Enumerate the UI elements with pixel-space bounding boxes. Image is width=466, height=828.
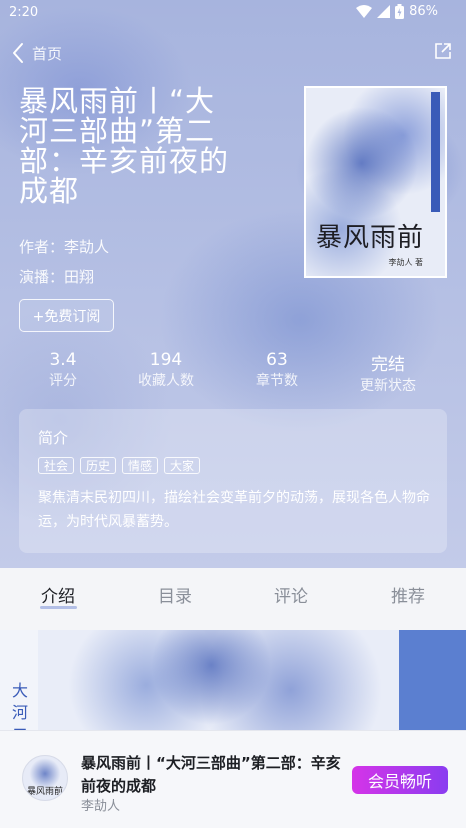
stat-value: 3.4 [49, 350, 77, 370]
poster-side-text: 大河二 [12, 681, 29, 730]
signal-icon [377, 5, 391, 18]
status-bar: 2:20 86% [0, 0, 466, 26]
stat-chapters: 63 章节数 [222, 350, 332, 390]
vip-listen-button[interactable]: 会员畅听 [352, 766, 448, 794]
intro-card: 简介 社会 历史 情感 大家 聚焦清末民初四川，描绘社会变革前夕的动荡，展现各色… [19, 409, 447, 553]
cover-title: 暴风雨前 [316, 223, 425, 253]
tab-intro[interactable]: 介绍 [18, 582, 98, 607]
back-button[interactable]: 首页 [12, 42, 62, 64]
poster-accent [399, 630, 466, 730]
mini-player[interactable]: 暴风雨前 暴风雨前丨“大河三部曲”第二部：辛亥前夜的成都 李劼人 会员畅听 [0, 730, 466, 828]
wifi-icon [356, 5, 373, 18]
thumb-text: 暴风雨前 [27, 787, 64, 797]
back-chevron-icon [13, 43, 23, 63]
stat-label: 收藏人数 [138, 373, 194, 389]
subscribe-button[interactable]: +免费订阅 [19, 299, 114, 332]
cover-author: 李劼人 著 [388, 258, 423, 267]
player-title: 暴风雨前丨“大河三部曲”第二部：辛亥前夜的成都 [81, 754, 341, 795]
active-tab-indicator [40, 606, 77, 609]
back-label: 首页 [32, 44, 63, 63]
poster-image [38, 630, 399, 730]
stat-value: 194 [149, 350, 183, 370]
stat-label: 章节数 [256, 373, 298, 389]
narrator-line[interactable]: 演播：田翔 [19, 266, 94, 287]
stat-label: 评分 [49, 373, 77, 389]
battery-level: 86% [409, 4, 438, 19]
stats-row: 3.4 评分 194 收藏人数 63 章节数 完结 更新状态 [0, 350, 466, 395]
share-button[interactable] [434, 42, 452, 64]
tab-recommend[interactable]: 推荐 [368, 582, 448, 607]
tag[interactable]: 大家 [164, 457, 201, 474]
battery-icon [395, 4, 405, 19]
book-title: 暴风雨前丨“大河三部曲”第二部：辛亥前夜的成都 [19, 84, 230, 208]
tab-catalog[interactable]: 目录 [135, 582, 215, 607]
cover-band [431, 92, 440, 212]
intro-content: 大河二 [0, 630, 466, 730]
stat-status: 完结 更新状态 [333, 350, 443, 395]
status-time: 2:20 [9, 5, 39, 20]
status-indicators: 86% [356, 4, 438, 19]
poster-side: 大河二 [0, 630, 38, 730]
stat-favorites: 194 收藏人数 [111, 350, 221, 390]
stat-value: 63 [266, 350, 288, 370]
intro-text: 聚焦清末民初四川，描绘社会变革前夕的动荡，展现各色人物命运，为时代风暴蓄势。 [38, 490, 430, 530]
tag[interactable]: 社会 [38, 457, 75, 474]
tag[interactable]: 情感 [122, 457, 159, 474]
tag[interactable]: 历史 [80, 457, 117, 474]
intro-heading: 简介 [38, 429, 69, 447]
stat-label: 更新状态 [360, 378, 416, 394]
player-author: 李劼人 [81, 799, 121, 814]
tag-list: 社会 历史 情感 大家 [38, 457, 201, 474]
player-thumbnail[interactable]: 暴风雨前 [22, 755, 68, 801]
book-cover[interactable]: 暴风雨前 李劼人 著 [304, 86, 447, 278]
tab-comments[interactable]: 评论 [251, 582, 331, 607]
share-icon [435, 43, 451, 59]
tab-bar: 介绍 目录 评论 推荐 [0, 568, 466, 630]
author-line[interactable]: 作者：李劼人 [19, 236, 109, 257]
stat-value: 完结 [371, 355, 405, 375]
stat-rating: 3.4 评分 [8, 350, 118, 390]
